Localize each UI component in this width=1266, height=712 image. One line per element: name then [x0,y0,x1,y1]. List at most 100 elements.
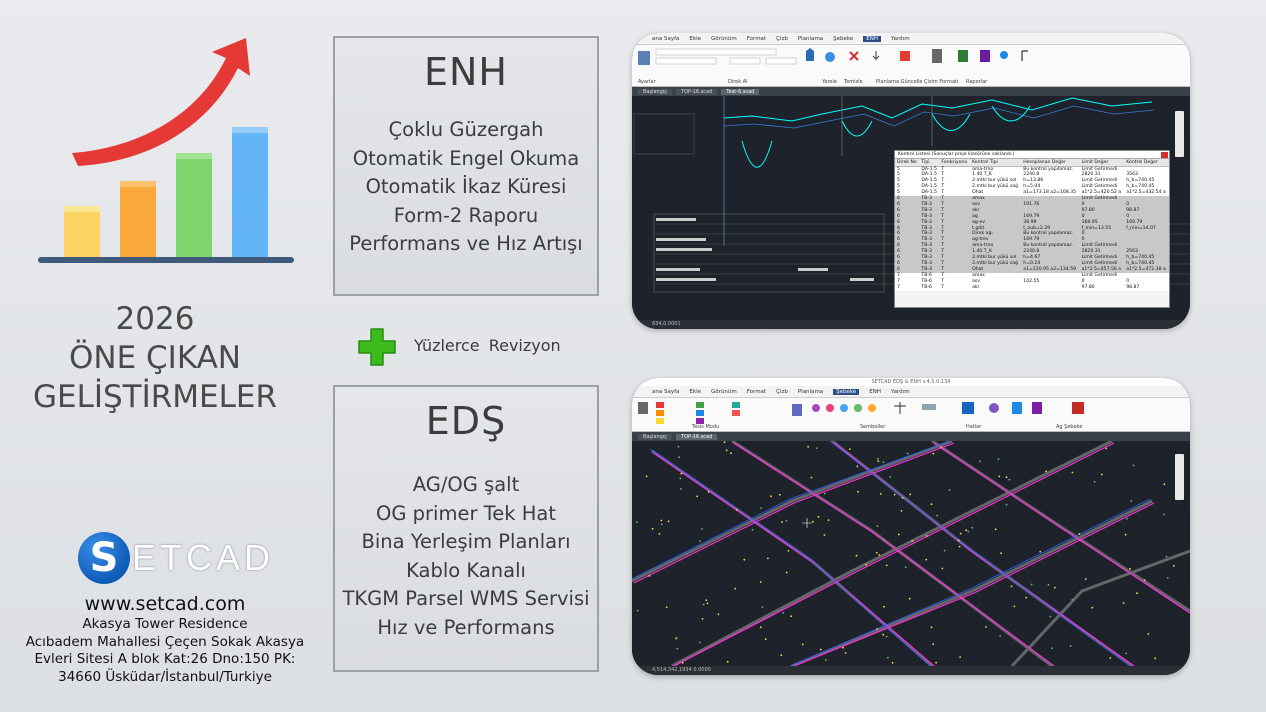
table-cell: a1*2.5=457.56 a [1079,266,1125,273]
map-point [1125,652,1127,655]
map-point [1105,447,1108,450]
ribbon-tab[interactable]: ana Sayfa [652,389,679,395]
enh-feature-item: Performans ve Hız Artışı [349,232,583,255]
table-cell: a1=173.18 a2=108.35 [1021,190,1080,197]
map-point [965,529,968,532]
map-point [701,528,703,530]
map-point [681,662,684,664]
map-point [925,535,928,537]
map-point [893,493,896,496]
map-point [857,490,859,493]
map-point [770,495,772,498]
map-point [887,656,889,659]
map-point [1010,585,1013,588]
ribbon-tab[interactable]: Görünüm [711,36,737,42]
revisions-label: Yüzlerce Revizyon [414,336,561,355]
document-tab[interactable]: Başlangıç [638,433,673,440]
headline-year: 2026 [115,301,195,337]
ribbon-group-label: Çizim Formatı [924,79,959,85]
map-point [680,472,683,475]
map-point [932,643,935,645]
map-point [1143,579,1146,581]
ribbon-tab-active[interactable]: Şebeke [833,388,860,395]
map-point [636,521,638,524]
table-column-header[interactable]: Direk No [895,159,920,167]
map-point [660,523,663,526]
ribbon-tab[interactable]: Planlama [798,389,823,395]
map-point [999,635,1001,637]
map-point [734,587,737,590]
growth-bar-3 [176,153,212,258]
plus-icon [358,328,396,366]
ribbon-tab[interactable]: Çizb [776,389,788,395]
ribbon-group-label: Planlama Güncelle [876,79,923,85]
map-point [696,495,699,498]
map-point [882,461,885,463]
table-column-header[interactable]: Tipi [919,159,940,167]
map-point [979,460,981,463]
map-point [730,452,732,455]
headline: 2026 ÖNE ÇIKAN GELİŞTİRMELER [20,300,290,417]
enh-title: ENH [423,50,508,94]
table-column-header[interactable]: Limit Değer [1079,159,1125,167]
map-point [1005,503,1008,506]
map-point [679,477,682,480]
ribbon-group-label: Temizle [844,79,863,85]
table-row[interactable]: 5 DA-1.5 T Ohat a1=173.18 a2=108.35 a1*2.5=42… [895,190,1169,197]
ribbon-group-label: Hatlar [966,424,982,430]
ribbon-group-label: Tesis Modu [692,424,720,430]
ribbon-tab[interactable]: Format [747,36,766,42]
map-point [702,603,705,606]
map-point [648,575,651,577]
ribbon-tab-active[interactable]: ENH [863,35,882,42]
map-point [935,661,937,664]
ribbon-tab[interactable]: Görünüm [711,389,737,395]
map-point [658,533,661,535]
ribbon-tab[interactable]: Yardım [891,389,910,395]
ribbon-tab[interactable]: Çizb [776,36,788,42]
map-point [1166,577,1169,579]
growth-bar-1 [64,206,100,258]
map-point [677,445,680,448]
dialog-close-button[interactable] [1161,152,1168,158]
ribbon-tab[interactable]: Ekle [689,36,701,42]
website-link[interactable]: www.setcad.com [20,592,310,616]
map-point [680,488,682,490]
table-column-header[interactable]: Kontrol Tipi [970,159,1022,167]
table-column-header[interactable]: Hesaplanan Değer [1021,159,1080,167]
logo-wordmark: ETCAD [132,537,275,578]
table-column-header[interactable]: Kontrol Değer [1124,159,1169,167]
table-row[interactable]: 7 TB-6 Takr 97.80 98.87 [895,284,1169,291]
ribbon-tab[interactable]: Ekle [689,389,701,395]
map-point [812,520,814,523]
map-point [819,648,822,651]
ribbon-tab[interactable]: Şebeke [833,36,853,42]
document-tab-active[interactable]: Test-6.scad [721,88,760,95]
map-point [865,563,867,566]
map-point [1045,470,1047,473]
ribbon-tab[interactable]: Format [747,389,766,395]
map-point [717,613,720,616]
document-tab[interactable]: TOP-16.scad [676,88,718,95]
table-cell: a1*2.5=472.38 a [1124,266,1169,273]
document-tab-active[interactable]: TOP-16.scad [676,433,718,440]
view-navigation-toolbar[interactable] [1175,454,1184,500]
map-point [985,626,987,628]
map-point [1000,552,1002,555]
document-tab[interactable]: Başlangıç [638,88,673,95]
map-point [882,633,885,636]
drawing-canvas[interactable] [632,439,1190,668]
map-point [941,567,944,570]
map-point [699,540,701,542]
view-navigation-toolbar[interactable] [1175,111,1184,157]
table-cell: TB-6 [919,284,940,291]
ribbon-tab[interactable]: Yardım [891,36,910,42]
ribbon-tab[interactable]: Planlama [798,36,823,42]
map-point [909,493,912,496]
map-point [705,599,708,601]
logo-mark: S [78,532,130,584]
status-coordinates: 4,514,342,1934 0.0000 [652,667,711,673]
table-column-header[interactable]: Fonksiyonu [939,159,971,167]
ribbon-tab[interactable]: ENH [869,389,881,395]
ribbon-tab[interactable]: ana Sayfa [652,36,679,42]
